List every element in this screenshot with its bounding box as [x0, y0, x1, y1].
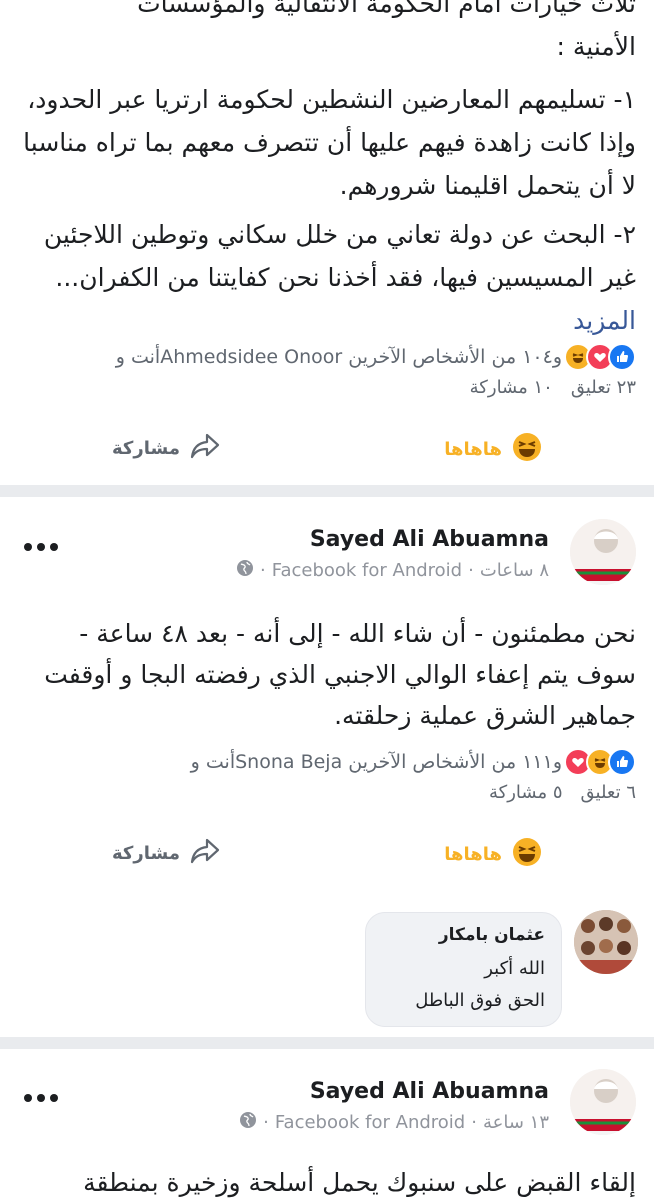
post-time[interactable]: ١٣ ساعة	[483, 1112, 549, 1133]
post-text-line: الأمنية :	[556, 32, 636, 61]
author-avatar[interactable]	[570, 519, 636, 585]
post-meta: ١٣ ساعة · Facebook for Android ·	[239, 1111, 549, 1134]
more-options-icon[interactable]	[24, 1083, 64, 1113]
comment-line: الله أكبر	[484, 958, 545, 979]
share-label: مشاركة	[112, 843, 180, 864]
author-name[interactable]: Sayed Ali Abuamna	[310, 1079, 549, 1104]
share-icon	[190, 432, 220, 465]
see-more-link[interactable]: المزيد	[573, 306, 636, 335]
reactions-summary[interactable]: أنت وSnona Beja و١١١ من الأشخاص الآخرين	[18, 747, 636, 777]
reaction-button[interactable]: هاهاها	[444, 837, 542, 872]
comment-author[interactable]: عثمان بامكار	[439, 925, 545, 945]
post-meta: ٨ ساعات · Facebook for Android ·	[236, 559, 549, 582]
reactions-text: أنت وSnona Beja و١١١ من الأشخاص الآخرين	[190, 751, 562, 773]
post-text: ثلاث خيارات أمام الحكومة الانتقالية والم…	[18, 0, 636, 342]
like-icon	[608, 748, 636, 776]
share-label: مشاركة	[112, 438, 180, 459]
reaction-button[interactable]: هاهاها	[444, 432, 542, 467]
reaction-icons	[564, 343, 636, 371]
author-name[interactable]: Sayed Ali Abuamna	[310, 527, 549, 552]
post-text-line: ثلاث خيارات أمام الحكومة الانتقالية والم…	[137, 0, 636, 18]
reaction-label: هاهاها	[444, 439, 502, 460]
commenter-avatar[interactable]	[574, 910, 638, 974]
post-text: نحن مطمئنون - أن شاء الله - إلى أنه - بع…	[44, 619, 636, 730]
haha-icon	[512, 432, 542, 467]
post-actions: هاهاها مشاركة	[0, 432, 654, 472]
post-paragraph: ١- تسليمهم المعارضين النشطين لحكومة ارتر…	[23, 85, 636, 200]
post-actions: هاهاها مشاركة	[0, 837, 654, 877]
post-text: إلقاء القبض على سنبوك يحمل أسلحة وزخيرة …	[83, 1168, 636, 1197]
comment-text: الله أكبر الحق فوق الباطل	[415, 953, 545, 1017]
comment-bubble[interactable]: عثمان بامكار الله أكبر الحق فوق الباطل	[365, 912, 562, 1027]
reaction-label: هاهاها	[444, 844, 502, 865]
comments-count[interactable]: ٦ تعليق	[581, 782, 637, 803]
post-source: Facebook for Android	[274, 1112, 466, 1133]
post-counts: ٦ تعليق ٥ مشاركة	[18, 782, 636, 803]
globe-icon	[236, 559, 254, 582]
post-source: Facebook for Android	[271, 560, 463, 581]
post-card-3: Sayed Ali Abuamna ١٣ ساعة · Facebook for…	[0, 1049, 654, 1200]
more-options-icon[interactable]	[24, 532, 64, 562]
share-button[interactable]: مشاركة	[112, 432, 220, 465]
post-time[interactable]: ٨ ساعات	[480, 560, 549, 581]
post-header: Sayed Ali Abuamna ١٣ ساعة · Facebook for…	[0, 1069, 654, 1159]
author-avatar[interactable]	[570, 1069, 636, 1135]
post-paragraph: ٢- البحث عن دولة تعاني من خلل سكاني وتوط…	[43, 220, 636, 292]
post-card-2: Sayed Ali Abuamna ٨ ساعات · Facebook for…	[0, 497, 654, 1037]
reaction-icons	[564, 748, 636, 776]
globe-icon	[239, 1111, 257, 1134]
share-icon	[190, 837, 220, 870]
reactions-text: أنت وAhmedsidee Onoor و١٠٤ من الأشخاص ال…	[115, 346, 562, 368]
post-card-1: ثلاث خيارات أمام الحكومة الانتقالية والم…	[0, 0, 654, 485]
shares-count[interactable]: ١٠ مشاركة	[470, 377, 553, 398]
post-header: Sayed Ali Abuamna ٨ ساعات · Facebook for…	[0, 519, 654, 609]
share-button[interactable]: مشاركة	[112, 837, 220, 870]
haha-icon	[512, 837, 542, 872]
comment-line: الحق فوق الباطل	[415, 990, 545, 1011]
like-icon	[608, 343, 636, 371]
comments-count[interactable]: ٢٣ تعليق	[571, 377, 636, 398]
reactions-summary[interactable]: أنت وAhmedsidee Onoor و١٠٤ من الأشخاص ال…	[18, 342, 636, 372]
shares-count[interactable]: ٥ مشاركة	[489, 782, 563, 803]
post-counts: ٢٣ تعليق ١٠ مشاركة	[18, 377, 636, 398]
